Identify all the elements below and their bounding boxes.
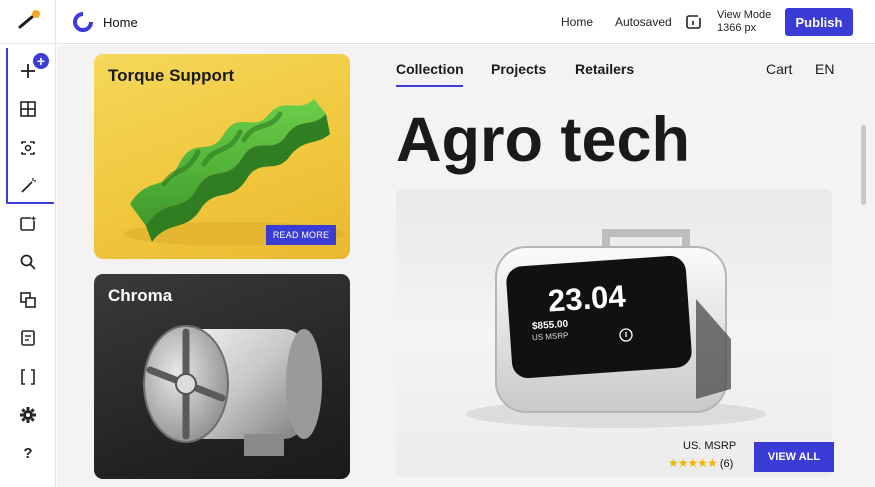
preview-icon[interactable]: [685, 13, 703, 31]
card-title: Chroma: [108, 286, 173, 305]
star-rating-icon: ★★★★★: [668, 456, 718, 470]
nav-projects[interactable]: Projects: [491, 61, 546, 77]
nav-active-indicator: [396, 85, 463, 87]
view-mode-value: 1366 px: [717, 22, 757, 34]
product-rating: ★★★★★ (6): [668, 456, 733, 470]
language-selector[interactable]: EN: [815, 61, 834, 77]
top-nav-home[interactable]: Home: [561, 15, 593, 29]
chroma-card[interactable]: Chroma: [94, 274, 350, 479]
code-brackets-icon[interactable]: [17, 366, 39, 388]
site-logo-icon[interactable]: [72, 11, 94, 33]
grid-icon[interactable]: [17, 98, 39, 120]
nav-collection[interactable]: Collection: [396, 61, 464, 77]
nav-cart[interactable]: Cart: [766, 61, 792, 77]
hero-title: Agro tech: [396, 105, 691, 175]
add-badge[interactable]: +: [33, 53, 49, 69]
layers-icon[interactable]: [17, 289, 39, 311]
help-icon[interactable]: ?: [17, 442, 39, 464]
magic-wand-icon[interactable]: [17, 175, 39, 197]
device-display-value: 23.04: [546, 278, 627, 319]
page-selector[interactable]: Home: [103, 15, 138, 30]
gear-icon[interactable]: [17, 404, 39, 426]
card-title: Torque Support: [108, 66, 235, 85]
read-more-button[interactable]: READ MORE: [266, 225, 336, 245]
torque-support-card[interactable]: Torque Support READ MORE: [94, 54, 350, 259]
rating-count: (6): [719, 458, 734, 470]
canvas-scrollbar[interactable]: [861, 125, 866, 205]
page-icon[interactable]: [17, 327, 39, 349]
brush-icon: [18, 10, 40, 29]
view-all-button[interactable]: VIEW ALL: [754, 442, 834, 472]
view-mode-selector[interactable]: View Mode 1366 px: [717, 9, 771, 35]
editor-topbar: Home Home Autosaved View Mode 1366 px Pu…: [0, 0, 875, 44]
publish-button[interactable]: Publish: [785, 8, 853, 36]
product-showcase: 23.04 $855.00 US MSRP: [396, 189, 832, 477]
frame-icon[interactable]: [17, 213, 39, 235]
device-image: [466, 229, 766, 428]
nav-retailers[interactable]: Retailers: [575, 61, 634, 77]
autosave-status: Autosaved: [615, 15, 672, 29]
search-icon[interactable]: [17, 251, 39, 273]
device-power-icon: [619, 328, 633, 342]
msrp-label: US. MSRP: [683, 440, 737, 452]
editor-logo-area[interactable]: [0, 0, 56, 44]
view-mode-label: View Mode: [717, 9, 772, 21]
media-icon[interactable]: [17, 137, 39, 159]
